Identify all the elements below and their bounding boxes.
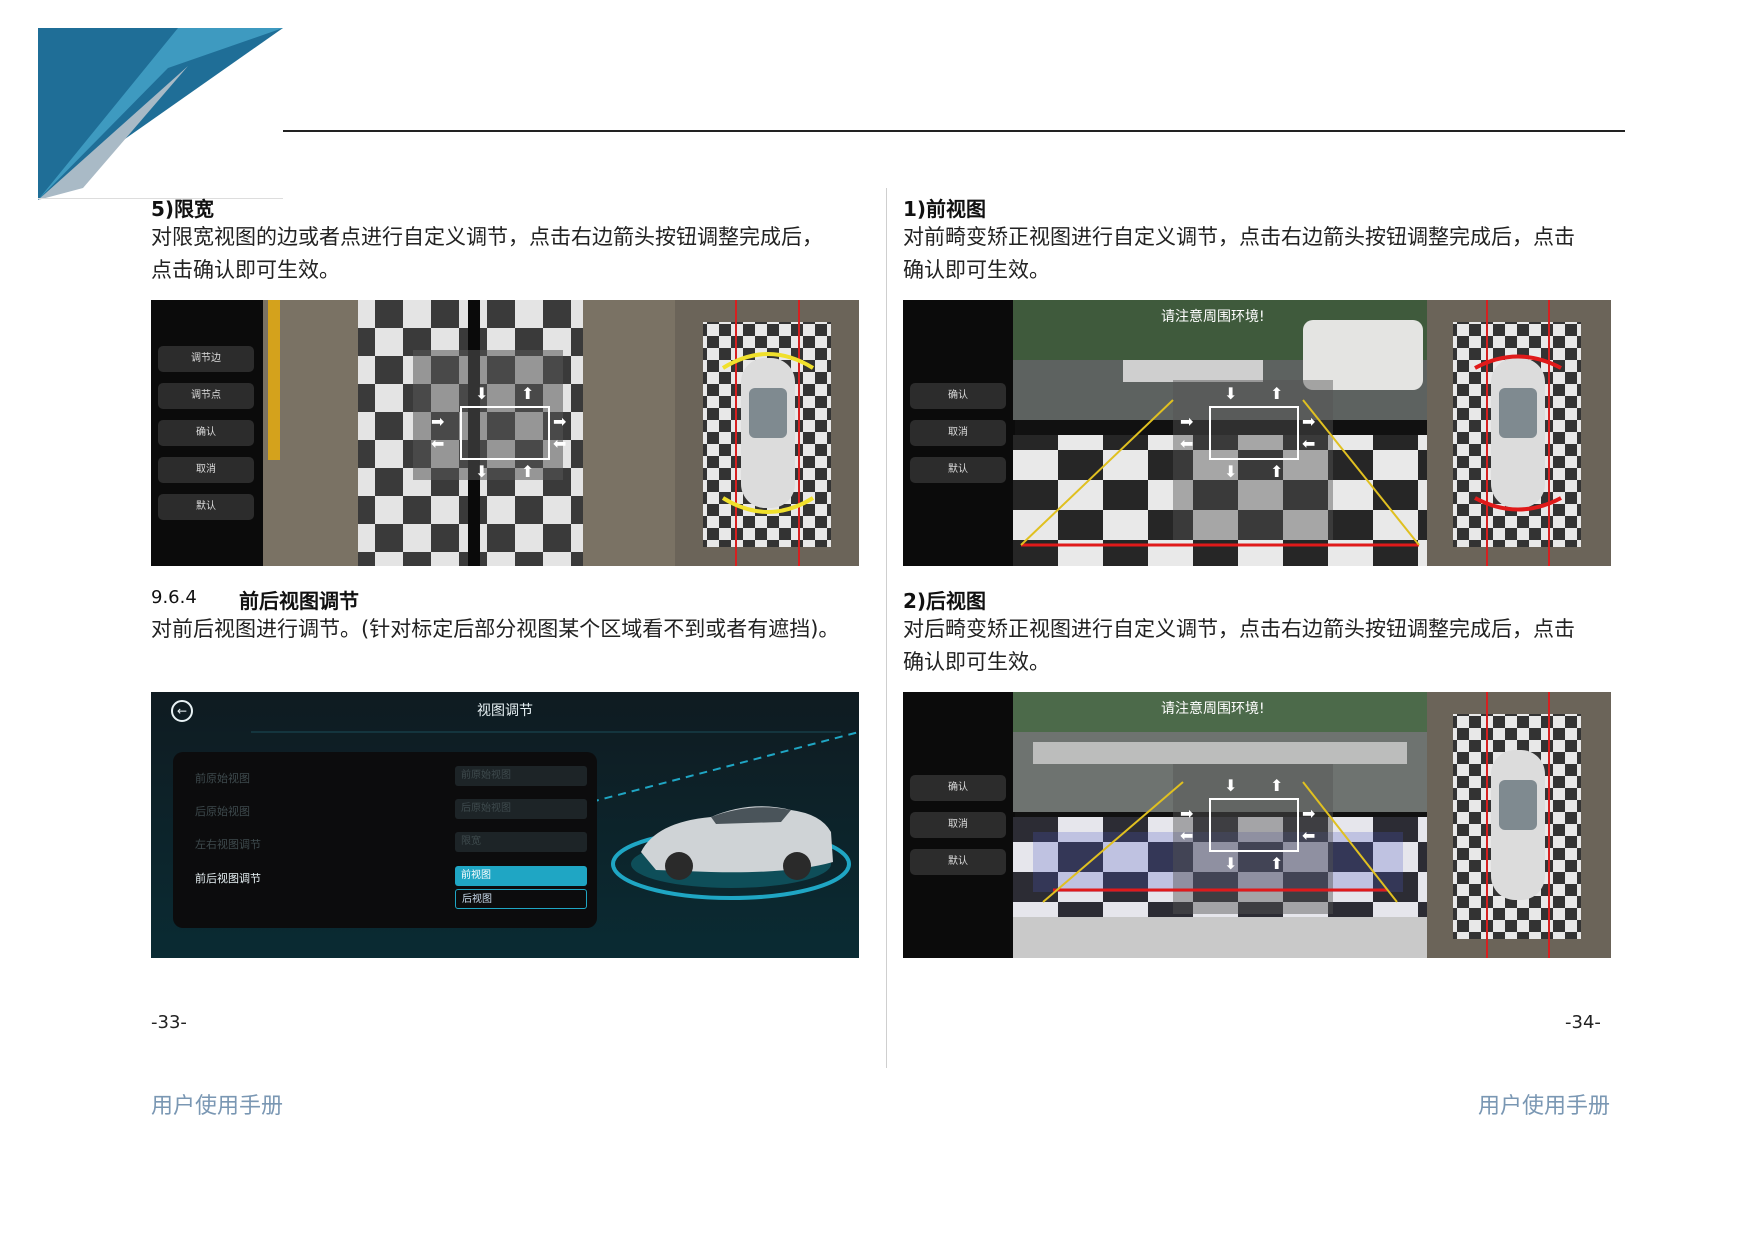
arrow-up-icon[interactable]: ⬆ [1270,778,1283,794]
cancel-button[interactable]: 取消 [158,457,254,483]
arrow-left-icon[interactable]: ⬅ [553,436,566,452]
rear-view-text-2: 确认即可生效。 [903,650,1050,674]
default-button[interactable]: 默认 [910,457,1006,483]
cancel-button[interactable]: 取消 [910,420,1006,446]
arrow-right-icon[interactable]: ➡ [1302,414,1315,430]
arrow-up-icon[interactable]: ⬆ [521,386,534,402]
column-divider [886,188,887,1068]
adjustment-frame[interactable] [460,406,550,460]
arrow-down-icon[interactable]: ⬇ [1224,386,1237,402]
front-camera-view [1013,300,1611,566]
default-button[interactable]: 默认 [910,849,1006,875]
arrow-left-icon[interactable]: ⬅ [431,436,444,452]
width-limit-select[interactable]: 限宽 [455,832,587,852]
subsection-text: 对前后视图进行调节。(针对标定后部分视图某个区域看不到或者有遮挡)。 [151,617,840,641]
subsection-title: 前后视图调节 [239,589,359,613]
arrow-right-icon[interactable]: ➡ [1302,806,1315,822]
row-label: 前原始视图 [195,772,250,785]
arrow-down-icon[interactable]: ⬇ [1224,778,1237,794]
adjust-edge-button[interactable]: 调节边 [158,346,254,372]
row-label: 左右视图调节 [195,838,261,851]
row-label: 后原始视图 [195,805,250,818]
rear-view-text-1: 对后畸变矫正视图进行自定义调节，点击右边箭头按钮调整完成后，点击 [903,617,1575,641]
arrow-left-icon[interactable]: ⬅ [1302,828,1315,844]
default-button[interactable]: 默认 [158,494,254,520]
confirm-button[interactable]: 确认 [910,775,1006,801]
brand-logo-graphic [38,28,283,200]
control-sidebar: 确认 取消 默认 [903,300,1015,566]
footer-left: 用户使用手册 [151,1094,284,1119]
rear-view-heading: 2)后视图 [903,589,987,613]
safety-warning: 请注意周围环境! [1161,309,1265,325]
view-adjust-screen: ← 视图调节 前原始视图 前原始视图 后原始视图 后原始视图 左右视图调节 限宽… [151,692,859,958]
front-view-text-1: 对前畸变矫正视图进行自定义调节，点击右边箭头按钮调整完成后，点击 [903,225,1575,249]
arrow-up-icon[interactable]: ⬆ [1270,386,1283,402]
safety-warning: 请注意周围环境! [1161,701,1265,717]
arrow-down-icon[interactable]: ⬇ [475,386,488,402]
section-text-line-1: 对限宽视图的边或者点进行自定义调节，点击右边箭头按钮调整完成后， [151,225,823,249]
top-down-camera-view [263,300,859,566]
front-view-text-2: 确认即可生效。 [903,258,1050,282]
adjustment-frame[interactable] [1209,406,1299,460]
arrow-right-icon[interactable]: ➡ [1180,806,1193,822]
arrow-right-icon[interactable]: ➡ [553,414,566,430]
section-text-line-2: 点击确认即可生效。 [151,258,340,282]
arrow-down-icon[interactable]: ⬇ [475,464,488,480]
rear-camera-view [1013,692,1611,958]
arrow-right-icon[interactable]: ➡ [431,414,444,430]
footer-right: 用户使用手册 [1478,1094,1611,1119]
arrow-down-icon[interactable]: ⬇ [1224,464,1237,480]
page-number-right: -34- [1565,1012,1601,1033]
arrow-up-icon[interactable]: ⬆ [1270,464,1283,480]
control-sidebar: 确认 取消 默认 [903,692,1015,958]
header-rule [283,130,1625,132]
arrow-up-icon[interactable]: ⬆ [1270,856,1283,872]
cancel-button[interactable]: 取消 [910,812,1006,838]
control-sidebar: 调节边 调节点 确认 取消 默认 [151,300,263,566]
front-view-option[interactable]: 前视图 [455,866,587,886]
width-limit-screenshot: 调节边 调节点 确认 取消 默认 ➡ ⬅ ➡ ⬅ ⬇ ⬆ ⬇ ⬆ [151,300,859,566]
arrow-down-icon[interactable]: ⬇ [1224,856,1237,872]
page-number-left: -33- [151,1012,187,1033]
rear-view-screenshot: 确认 取消 默认 请注意周围环境! ➡ ⬅ ➡ ⬅ ⬇ ⬆ ⬇ ⬆ [903,692,1611,958]
arrow-left-icon[interactable]: ⬅ [1180,436,1193,452]
arrow-right-icon[interactable]: ➡ [1180,414,1193,430]
arrow-left-icon[interactable]: ⬅ [1180,828,1193,844]
front-view-screenshot: 确认 取消 默认 请注意周围环境! ➡ ⬅ ➡ ⬅ ⬇ ⬆ ⬇ ⬆ [903,300,1611,566]
rear-view-option[interactable]: 后视图 [455,889,587,909]
adjust-point-button[interactable]: 调节点 [158,383,254,409]
section-heading-width-limit: 5)限宽 [151,197,215,221]
rear-original-view-select[interactable]: 后原始视图 [455,799,587,819]
adjustment-frame[interactable] [1209,798,1299,852]
screen-title: 视图调节 [477,703,533,719]
row-label-active: 前后视图调节 [195,872,261,885]
front-view-heading: 1)前视图 [903,197,987,221]
front-original-view-select[interactable]: 前原始视图 [455,766,587,786]
arrow-left-icon[interactable]: ⬅ [1302,436,1315,452]
settings-panel: 前原始视图 前原始视图 后原始视图 后原始视图 左右视图调节 限宽 前后视图调节… [173,752,597,928]
arrow-up-icon[interactable]: ⬆ [521,464,534,480]
subsection-number: 9.6.4 [151,587,197,608]
confirm-button[interactable]: 确认 [158,420,254,446]
confirm-button[interactable]: 确认 [910,383,1006,409]
